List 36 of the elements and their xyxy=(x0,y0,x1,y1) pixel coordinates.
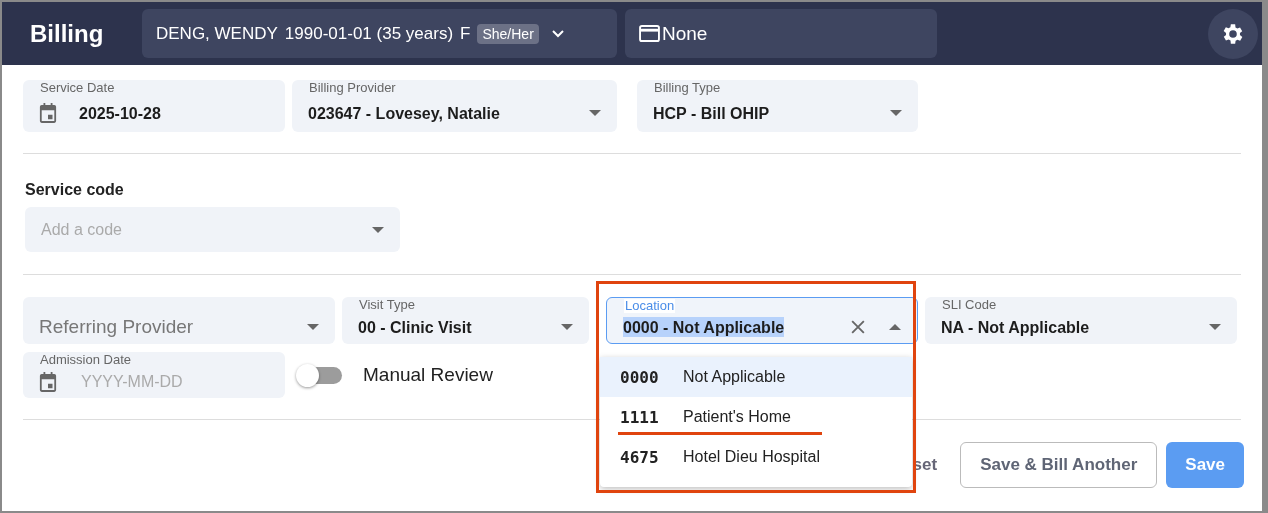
dropdown-option[interactable]: 0000 Not Applicable xyxy=(600,357,912,397)
settings-button[interactable] xyxy=(1208,8,1258,59)
page-title: Billing xyxy=(30,19,105,48)
caret-icon xyxy=(890,109,902,116)
dropdown-option[interactable]: 4675 Hotel Dieu Hospital xyxy=(600,437,912,477)
date-input[interactable]: YYYY-MM-DD xyxy=(79,371,233,392)
credit-card-icon xyxy=(639,25,660,42)
patient-sex: F xyxy=(460,23,471,44)
caret-icon xyxy=(589,109,601,116)
caret-icon xyxy=(561,324,573,330)
calendar-icon xyxy=(39,371,57,392)
clear-icon[interactable] xyxy=(851,320,865,334)
caret-icon xyxy=(889,324,901,330)
manual-review-label: Manual Review xyxy=(363,364,493,386)
section-heading: Service code xyxy=(25,181,125,199)
caret-icon xyxy=(307,324,319,330)
chevron-icon xyxy=(551,29,564,38)
visit-type-select[interactable]: Visit Type 00 - Clinic Visit xyxy=(342,297,589,344)
save-and-bill-another-button[interactable]: Save & Bill Another xyxy=(960,442,1158,488)
sli-code-select[interactable]: SLI Code NA - Not Applicable xyxy=(925,297,1237,344)
location-select[interactable]: Location 0000 - Not Applicable xyxy=(606,297,918,344)
caret-icon xyxy=(1209,324,1221,330)
dropdown-option[interactable]: 1111 Patient's Home xyxy=(600,397,912,437)
pronouns-badge: She/Her xyxy=(477,23,539,44)
patient-name: DENG, WENDY xyxy=(156,23,278,44)
insurance-value: None xyxy=(662,22,708,45)
insurance-selector[interactable]: None xyxy=(625,9,937,58)
calendar-icon xyxy=(39,102,57,123)
patient-dob: 1990-01-01 (35 years) xyxy=(284,23,454,44)
caret-icon xyxy=(372,226,384,233)
patient-selector[interactable]: DENG, WENDY 1990-01-01 (35 years) F She/Her xyxy=(142,9,617,58)
billing-provider-select[interactable]: Billing Provider 023647 - Lovesey, Natalie xyxy=(292,80,617,132)
referring-provider-select[interactable]: Referring Provider xyxy=(23,297,335,344)
billing-type-select[interactable]: Billing Type HCP - Bill OHIP xyxy=(637,80,918,132)
admission-date-field[interactable]: Admission Date YYYY-MM-DD xyxy=(23,352,285,398)
service-date-field[interactable]: Service Date 2025-10-28 xyxy=(23,80,285,132)
